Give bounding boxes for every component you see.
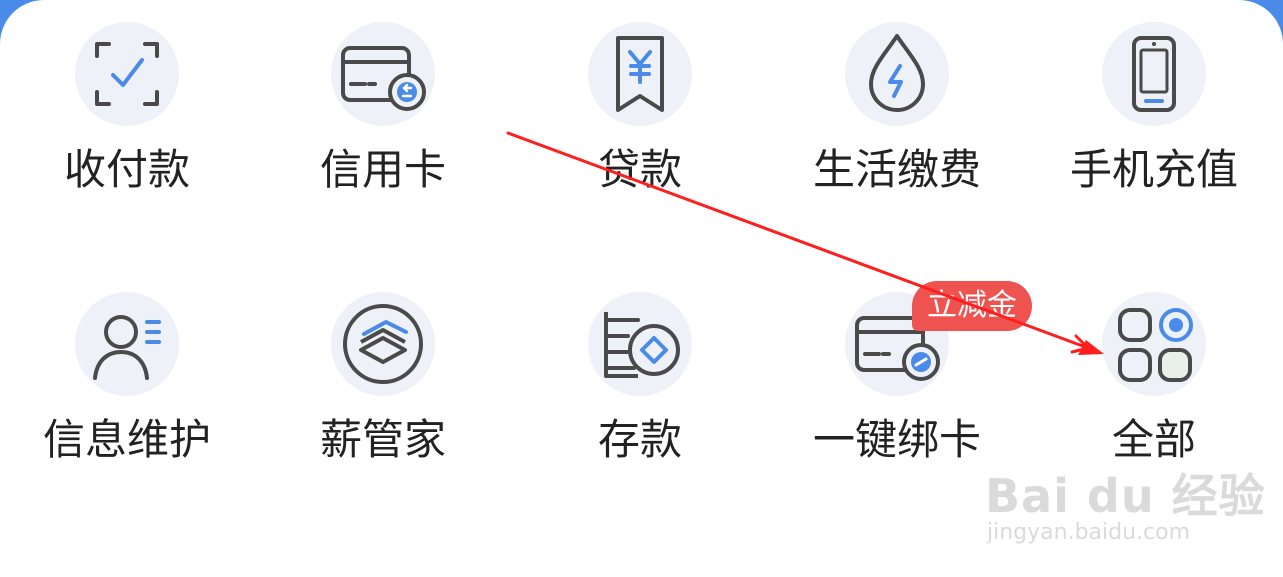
scan-pay-icon: [75, 22, 179, 126]
deposit-coins-icon: [588, 292, 692, 396]
tile-label: 一键绑卡: [812, 415, 981, 464]
watermark-url: jingyan.baidu.com: [987, 520, 1191, 545]
credit-card-icon: [331, 22, 435, 126]
utility-drop-icon: [845, 22, 949, 126]
phone-topup-icon: [1102, 22, 1206, 126]
tile-utilities[interactable]: 生活缴费: [787, 22, 1007, 252]
tile-label: 收付款: [63, 145, 190, 194]
tile-shoufukuan[interactable]: 收付款: [17, 22, 237, 252]
service-grid-panel: 收付款 信用卡 贷款 生活缴费 手机充值 信息维护 薪管家 存款 一键绑卡 全部…: [0, 0, 1283, 577]
tile-credit-card[interactable]: 信用卡: [273, 22, 493, 252]
watermark-logo: Bai du 经验: [985, 469, 1266, 523]
loan-yen-icon: [588, 22, 692, 126]
discount-badge: 立减金: [912, 281, 1032, 331]
tile-label: 信息维护: [42, 415, 211, 464]
tile-label: 薪管家: [319, 415, 446, 464]
tile-label: 信用卡: [319, 145, 446, 194]
all-grid-icon: [1102, 292, 1206, 396]
baidu-jingyan-watermark: Bai du 经验 jingyan.baidu.com: [985, 440, 1265, 560]
tile-label: 贷款: [597, 145, 682, 194]
tile-label: 手机充值: [1069, 145, 1238, 194]
salary-stack-icon: [331, 292, 435, 396]
tile-deposit[interactable]: 存款: [530, 292, 750, 522]
tile-salary-manager[interactable]: 薪管家: [273, 292, 493, 522]
tile-label: 存款: [597, 415, 682, 464]
tile-info-maintenance[interactable]: 信息维护: [17, 292, 237, 522]
user-info-icon: [75, 292, 179, 396]
tile-loan[interactable]: 贷款: [530, 22, 750, 252]
tile-phone-topup[interactable]: 手机充值: [1044, 22, 1264, 252]
tile-label: 生活缴费: [812, 145, 981, 194]
